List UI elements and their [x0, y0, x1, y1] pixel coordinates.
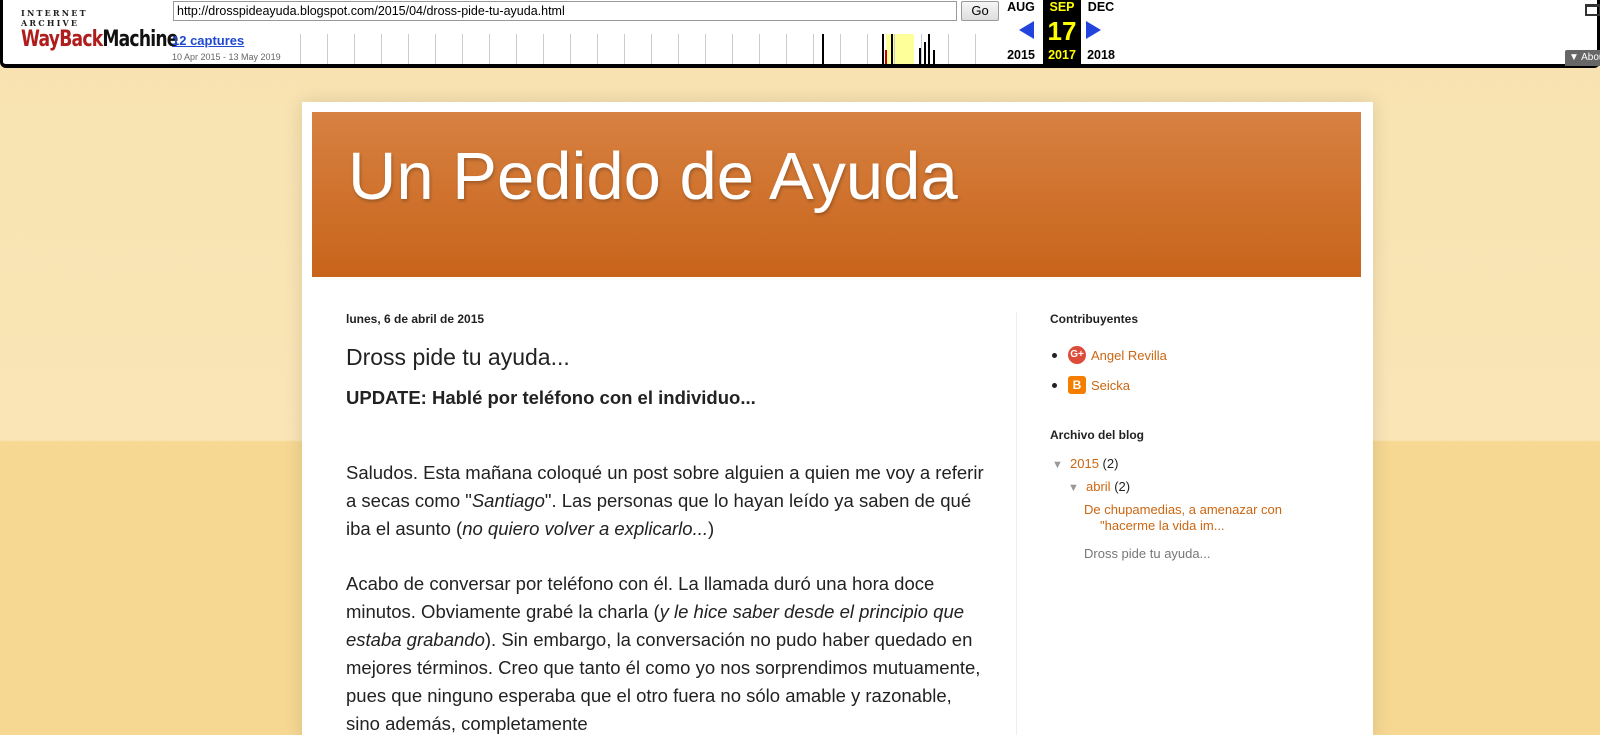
next-year-label: 2018 [1087, 48, 1115, 62]
wayback-url-input[interactable]: http://drosspideayuda.blogspot.com/2015/… [173, 1, 957, 21]
sparkline-year-column [516, 34, 517, 64]
sparkline-year-column [921, 34, 922, 64]
contributors-title: Contribuyentes [1050, 312, 1139, 326]
archive-post-link-1[interactable]: De chupamedias, a amenazar con "hacerme … [1084, 502, 1340, 534]
post-column: lunes, 6 de abril de 2015 Dross pide tu … [346, 312, 986, 735]
blog-header: Un Pedido de Ayuda [312, 112, 1361, 277]
p1-emphasis-1: Santiago [471, 490, 545, 511]
sparkline-year-column [408, 34, 409, 64]
wayback-logo-wordmark: WayBackMachine [21, 27, 178, 52]
p1-text-c: ) [708, 518, 715, 539]
toolbar-close-icon[interactable] [1585, 4, 1600, 16]
prev-year-label: 2015 [1007, 48, 1035, 62]
sparkline-year-column [624, 34, 625, 64]
sparkline-capture-bar [928, 34, 930, 64]
wayback-logo-machine: Machine [102, 27, 178, 52]
archive-post-1-line-1[interactable]: De chupamedias, a amenazar con [1084, 502, 1282, 517]
archive-month-count: (2) [1114, 479, 1131, 494]
sparkline-year-column [354, 34, 355, 64]
sparkline-year-column [327, 34, 328, 64]
next-capture-arrow-icon[interactable] [1086, 21, 1101, 39]
sparkline-capture-bar [919, 48, 921, 64]
sparkline-year-column [759, 34, 760, 64]
sparkline-year-column [678, 34, 679, 64]
current-year-label: 2017 [1048, 48, 1076, 62]
post-date: lunes, 6 de abril de 2015 [346, 312, 485, 326]
contributor-link-seicka[interactable]: Seicka [1091, 378, 1130, 393]
column-divider [1016, 312, 1017, 735]
post-paragraph-1: Saludos. Esta mañana coloqué un post sob… [346, 459, 986, 543]
sparkline-capture-bar [882, 34, 884, 64]
current-month-label: SEP [1049, 0, 1075, 14]
wayback-go-button[interactable]: Go [961, 1, 999, 21]
wayback-logo-top: INTERNET ARCHIVE [21, 8, 88, 28]
post-title: Dross pide tu ayuda... [346, 344, 570, 370]
sparkline-year-column [732, 34, 733, 64]
sparkline-capture-bar [891, 34, 893, 64]
contributor-item: B Seicka [1050, 370, 1340, 400]
archive-title: Archivo del blog [1050, 428, 1145, 442]
sparkline-year-column [381, 34, 382, 64]
blogger-icon: B [1068, 376, 1086, 394]
blog-container: Un Pedido de Ayuda lunes, 6 de abril de … [302, 102, 1373, 735]
archive-post-current: Dross pide tu ayuda... [1084, 546, 1211, 561]
sparkline-year-column [597, 34, 598, 64]
archive-year-2015[interactable]: ▼ 2015 (2) [1052, 456, 1340, 471]
post-paragraph-2: Acabo de conversar por teléfono con él. … [346, 570, 986, 735]
sparkline-year-column [894, 34, 895, 64]
contributor-item: G+ Angel Revilla [1050, 340, 1340, 370]
google-plus-icon: G+ [1068, 346, 1086, 364]
sparkline-year-column [300, 34, 301, 64]
prev-capture-arrow-icon[interactable] [1019, 21, 1034, 39]
blog-title[interactable]: Un Pedido de Ayuda [348, 138, 958, 215]
wayback-logo[interactable]: INTERNET ARCHIVE WayBackMachine [21, 8, 178, 52]
sparkline-capture-bar [885, 50, 887, 64]
sparkline-year-column [948, 34, 949, 64]
sparkline-year-column [570, 34, 571, 64]
current-day-label: 17 [1047, 16, 1077, 46]
next-month-label: DEC [1087, 0, 1115, 14]
archive-post-1-line-2[interactable]: "hacerme la vida im... [1084, 518, 1225, 533]
calendar-current-date: SEP 17 2017 [1043, 0, 1081, 66]
archive-month-link[interactable]: abril [1086, 479, 1111, 494]
sparkline-year-column [867, 34, 868, 64]
sparkline-capture-bar [822, 34, 824, 64]
captures-date-range: 10 Apr 2015 - 13 May 2019 [172, 52, 281, 62]
sparkline-year-column [975, 34, 976, 64]
sparkline-year-column [786, 34, 787, 64]
about-button[interactable]: ▼ About [1565, 50, 1600, 66]
sparkline-year-column [462, 34, 463, 64]
archive-year-link[interactable]: 2015 [1070, 456, 1099, 471]
bullet-icon [1052, 382, 1057, 388]
archive-month-abril[interactable]: ▼ abril (2) [1068, 479, 1340, 494]
wayback-logo-way: WayBack [21, 27, 103, 52]
sparkline-year-column [840, 34, 841, 64]
captures-sparkline[interactable] [300, 34, 997, 64]
collapse-triangle-icon[interactable]: ▼ [1052, 459, 1070, 471]
contributor-link-angel-revilla[interactable]: Angel Revilla [1091, 348, 1167, 363]
sparkline-year-column [705, 34, 706, 64]
bullet-icon [1052, 352, 1057, 358]
archive-year-count: (2) [1102, 456, 1119, 471]
captures-link[interactable]: 12 captures [172, 33, 244, 48]
sparkline-year-column [543, 34, 544, 64]
collapse-triangle-icon[interactable]: ▼ [1068, 482, 1086, 494]
prev-month-label: AUG [1007, 0, 1035, 14]
sparkline-capture-bar [924, 42, 926, 64]
sparkline-capture-bar [933, 50, 935, 64]
wayback-toolbar: INTERNET ARCHIVE WayBackMachine http://d… [0, 0, 1600, 68]
p1-emphasis-2: no quiero volver a explicarlo... [462, 518, 708, 539]
sidebar: Contribuyentes G+ Angel Revilla B Seicka… [1050, 312, 1340, 561]
contributors-list: G+ Angel Revilla B Seicka [1050, 340, 1340, 400]
sparkline-year-column [489, 34, 490, 64]
post-update-heading: UPDATE: Hablé por teléfono con el indivi… [346, 387, 756, 408]
sparkline-year-column [813, 34, 814, 64]
sparkline-year-column [435, 34, 436, 64]
sparkline-year-column [651, 34, 652, 64]
